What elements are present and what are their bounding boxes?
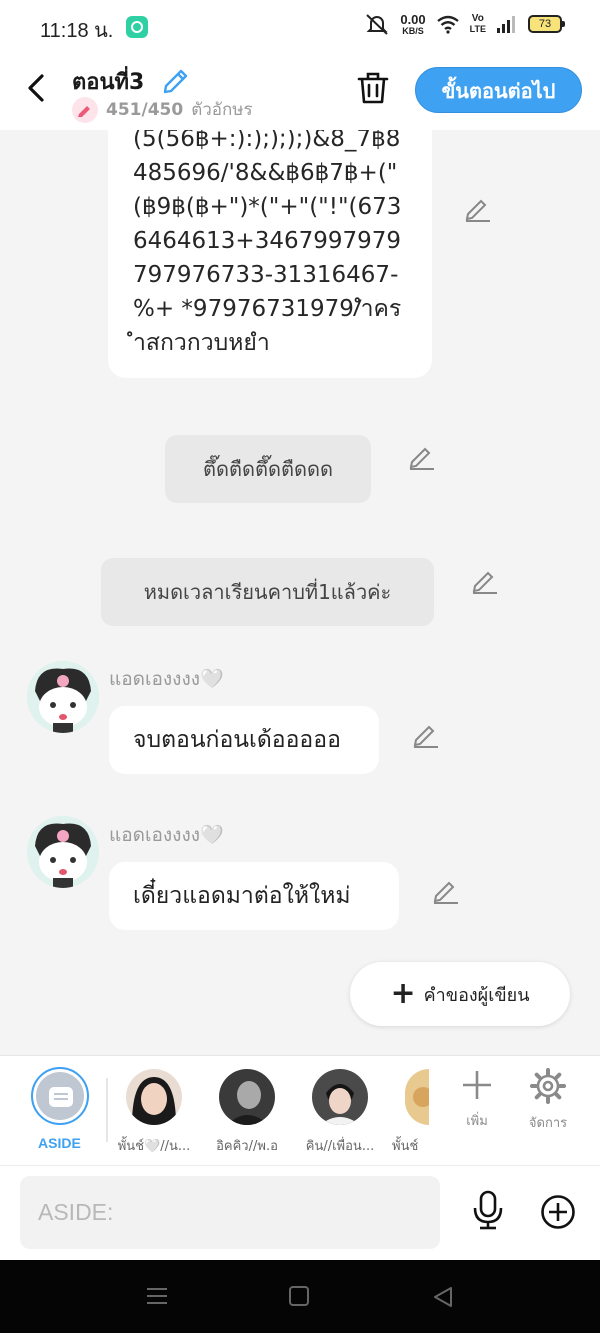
input-bar	[0, 1165, 600, 1260]
narration-bubble[interactable]: หมดเวลาเรียนคาบที่1แล้วค่ะ	[101, 558, 434, 626]
character-label: อิคคิว//พ.อ	[216, 1139, 278, 1154]
add-character-button[interactable]: เพิ่ม	[447, 1068, 507, 1131]
author-note-label: คำของผู้เขียน	[423, 984, 530, 1006]
character-label: พั้นช์🤍//น...	[117, 1139, 191, 1154]
character-avatar[interactable]	[126, 1069, 182, 1125]
message-bubble[interactable]: จบตอนก่อนเด้อออออ	[109, 706, 379, 774]
volte-indicator: Vo LTE	[469, 13, 486, 35]
status-bar: 11:18 น. 0.00 KB/S Vo LTE 73	[0, 0, 600, 52]
mic-icon[interactable]	[470, 1190, 506, 1230]
chat-bubble-icon	[49, 1087, 73, 1107]
edit-pencil-icon[interactable]	[469, 566, 501, 596]
edit-pencil-icon[interactable]	[430, 876, 462, 906]
plus-icon: +	[390, 976, 416, 1011]
add-label: เพิ่ม	[466, 1114, 488, 1129]
author-note-button[interactable]: + คำของผู้เขียน	[350, 962, 570, 1026]
battery-icon: 73	[528, 15, 565, 33]
avatar[interactable]	[27, 661, 99, 733]
signal-icon	[497, 16, 515, 33]
author-name: แอดเองงงง🤍	[109, 668, 224, 690]
message-bubble[interactable]: เดี๋ยวแอดมาต่อให้ใหม่	[109, 862, 399, 930]
char-counter: 451/450 ตัวอักษร	[72, 96, 253, 123]
manage-label: จัดการ	[528, 1116, 568, 1131]
wifi-icon	[436, 15, 459, 34]
message-input[interactable]	[20, 1176, 440, 1249]
next-step-button[interactable]: ขั้นตอนต่อไป	[415, 67, 582, 113]
edit-pencil-icon[interactable]	[406, 442, 438, 472]
character-avatar[interactable]	[405, 1069, 429, 1125]
back-icon[interactable]	[22, 70, 52, 106]
trash-icon[interactable]	[356, 70, 390, 106]
character-avatar[interactable]	[312, 1069, 368, 1125]
manage-characters-button[interactable]: จัดการ	[518, 1068, 578, 1133]
avatar[interactable]	[27, 816, 99, 888]
aside-character[interactable]	[31, 1067, 89, 1125]
character-label: พั้นช์	[392, 1139, 419, 1154]
app-notification-icon	[126, 16, 148, 38]
kuromi-avatar-icon	[27, 816, 99, 888]
message-bubble-long[interactable]: (5(56฿+:):);););)&8_7฿8485696/'8&&฿6฿7฿+…	[108, 130, 432, 378]
page-title: ตอนที่3	[72, 70, 145, 95]
mute-bell-icon	[366, 14, 389, 35]
narration-bubble[interactable]: ตึ๊ดตืดตึ๊ดตืดดด	[165, 435, 371, 503]
plus-icon	[463, 1071, 491, 1099]
kuromi-avatar-icon	[27, 661, 99, 733]
divider	[106, 1078, 108, 1142]
edit-pencil-icon[interactable]	[410, 720, 442, 750]
char-unit: ตัวอักษร	[191, 100, 253, 120]
character-bar: ASIDE พั้นช์🤍//น... อิคคิว//พ.อ คิน//เพื…	[0, 1055, 600, 1165]
chat-area[interactable]: (5(56฿+:):);););)&8_7฿8485696/'8&&฿6฿7฿+…	[0, 130, 600, 1055]
pencil-icon[interactable]	[160, 64, 192, 94]
char-count: 451/450	[106, 99, 184, 120]
status-icons: 0.00 KB/S Vo LTE 73	[364, 11, 565, 36]
system-nav-bar	[0, 1260, 600, 1333]
author-name: แอดเองงงง🤍	[109, 824, 224, 846]
status-time: 11:18 น.	[40, 20, 114, 42]
add-circle-icon[interactable]	[540, 1194, 576, 1230]
gear-icon	[530, 1068, 566, 1104]
editor-header: ตอนที่3 451/450 ตัวอักษร ขั้นตอนต่อไป	[0, 52, 600, 130]
pencil-badge-icon	[72, 96, 98, 123]
net-speed: 0.00 KB/S	[400, 11, 426, 36]
menu-icon[interactable]	[146, 1287, 168, 1305]
aside-label: ASIDE	[38, 1135, 81, 1151]
back-triangle-icon[interactable]	[432, 1286, 454, 1308]
home-icon[interactable]	[289, 1286, 309, 1306]
character-label: คิน//เพื่อน...	[305, 1139, 375, 1154]
edit-pencil-icon[interactable]	[462, 194, 494, 224]
character-avatar[interactable]	[219, 1069, 275, 1125]
